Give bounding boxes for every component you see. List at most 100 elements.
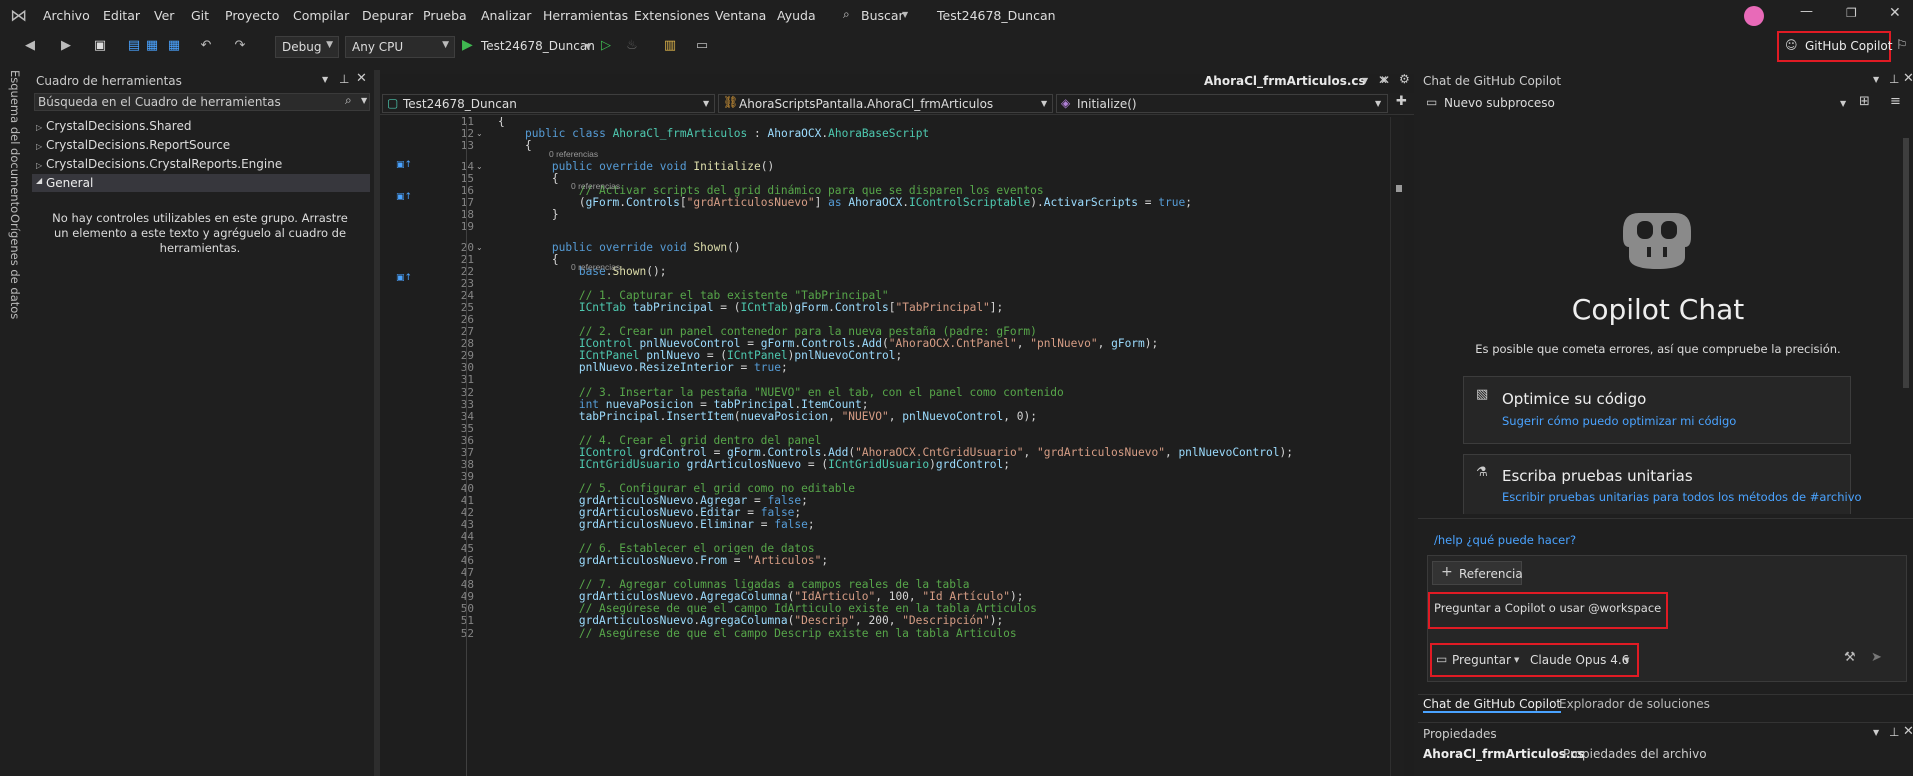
menu-analizar[interactable]: Analizar <box>481 8 531 23</box>
suggestion-card[interactable]: ⚗ Escriba pruebas unitarias Escribir pru… <box>1463 454 1862 514</box>
document-outline-tab[interactable]: Esquema del documento <box>8 70 22 213</box>
pin-icon[interactable]: ⊥ <box>1889 72 1899 86</box>
config-select[interactable]: Debug ▼ <box>275 36 339 58</box>
copilot-disclaimer: Es posible que cometa errores, así que c… <box>1475 342 1841 356</box>
minimize-icon[interactable]: — <box>1800 4 1813 19</box>
close-icon[interactable]: ✕ <box>356 71 367 86</box>
menu-compilar[interactable]: Compilar <box>293 8 349 23</box>
thread-select[interactable]: ▭ Nuevo subproceso ▼ <box>1426 94 1846 114</box>
tab-solution-explorer[interactable]: Explorador de soluciones <box>1559 697 1710 711</box>
chevron-down-icon: ▼ <box>1041 99 1048 108</box>
menu-prueba[interactable]: Prueba <box>423 8 467 23</box>
pin-icon[interactable]: ⊥ <box>1889 725 1899 739</box>
close-icon[interactable]: ✕ <box>1889 5 1901 21</box>
fold-chevron-icon[interactable]: ⌄ <box>476 129 483 138</box>
scrollbar-thumb[interactable] <box>1396 185 1402 192</box>
tree-item[interactable]: ▷ CrystalDecisions.Shared <box>36 119 191 133</box>
platform-select[interactable]: Any CPU ▼ <box>345 36 455 58</box>
hot-reload-icon[interactable]: ♨ <box>624 38 640 54</box>
open-icon[interactable]: ▤ <box>126 38 142 54</box>
save-icon[interactable]: ▦ <box>144 38 160 54</box>
menu-archivo[interactable]: Archivo <box>43 8 90 23</box>
gear-icon[interactable]: ⚙ <box>1399 72 1410 86</box>
search-menu[interactable]: Buscar <box>861 8 904 23</box>
tree-item[interactable]: ▷ CrystalDecisions.ReportSource <box>36 138 230 152</box>
line-number: 35 <box>460 421 474 435</box>
menu-herramientas[interactable]: Herramientas <box>543 8 628 23</box>
properties-title: Propiedades <box>1423 727 1497 741</box>
start-icon[interactable]: ▶ <box>462 37 473 53</box>
back-icon[interactable]: ◀ <box>22 38 38 54</box>
codelens-references[interactable]: 0 referencias <box>571 181 620 191</box>
line-number: 44 <box>460 530 474 544</box>
menu-ayuda[interactable]: Ayuda <box>777 8 816 23</box>
menu-extensiones[interactable]: Extensiones <box>634 8 710 23</box>
close-icon[interactable]: ✕ <box>1903 724 1913 739</box>
chat-input[interactable]: Preguntar a Copilot o usar @workspace <box>1428 592 1668 629</box>
code-line: grdArticulosNuevo.AgregaColumna("Descrip… <box>578 614 1004 628</box>
scrollbar-thumb[interactable] <box>1903 138 1909 388</box>
menu-icon[interactable]: ≡ <box>1890 94 1901 109</box>
implements-icon[interactable]: ▣↑ <box>396 160 412 170</box>
suggestion-link[interactable]: Sugerir cómo puedo optimizar mi código <box>1502 414 1736 428</box>
redo-icon[interactable]: ↷ <box>232 38 248 54</box>
chevron-down-icon[interactable]: ▼ <box>361 96 367 105</box>
chevron-down-icon[interactable]: ▼ <box>322 75 328 84</box>
chevron-down-icon[interactable]: ▼ <box>1362 76 1368 85</box>
pin-icon[interactable]: ⊥ <box>339 72 349 86</box>
chevron-down-icon[interactable]: ▼ <box>585 42 591 51</box>
forward-icon[interactable]: ▶ <box>58 38 74 54</box>
chevron-down-icon[interactable]: ▼ <box>1873 75 1879 84</box>
help-link[interactable]: /help ¿qué puede hacer? <box>1434 533 1576 547</box>
new-project-icon[interactable]: ▣ <box>92 38 108 54</box>
codelens-references[interactable]: 0 referencias <box>549 149 598 159</box>
avatar[interactable] <box>1744 6 1764 26</box>
suggestion-card[interactable]: ▧ Optimice su código Sugerir cómo puedo … <box>1463 376 1851 444</box>
folder-icon[interactable]: ▥ <box>662 38 678 54</box>
fold-chevron-icon[interactable]: ⌄ <box>476 243 483 252</box>
toolbox-panel: Cuadro de herramientas ▼ ⊥ ✕ Búsqueda en… <box>30 70 374 776</box>
chevron-down-icon[interactable]: ▼ <box>1873 728 1879 737</box>
split-icon[interactable]: ✚ <box>1396 94 1407 109</box>
override-icon[interactable]: ▣↑ <box>396 192 412 202</box>
tree-item[interactable]: ▷ CrystalDecisions.CrystalReports.Engine <box>36 157 282 171</box>
menu-git[interactable]: Git <box>191 8 209 23</box>
menu-ver[interactable]: Ver <box>154 8 174 23</box>
restore-icon[interactable]: ❐ <box>1846 6 1857 20</box>
suggestion-link[interactable]: Escribir pruebas unitarias para todos lo… <box>1502 490 1862 504</box>
project-combo[interactable]: ▢ Test24678_Duncan ▼ <box>382 94 715 113</box>
reference-button[interactable]: + Referencia <box>1432 561 1523 585</box>
new-thread-icon[interactable]: ⊞ <box>1859 94 1870 109</box>
toolbox-search-input[interactable]: Búsqueda en el Cuadro de herramientas ⌕ … <box>34 93 370 111</box>
save-all-icon[interactable]: ▦ <box>166 38 182 54</box>
class-combo[interactable]: ⛓ AhoraScriptsPantalla.AhoraCl_frmArticu… <box>718 94 1053 113</box>
properties-file: AhoraCl_frmArticulos.cs <box>1423 747 1585 761</box>
fold-chevron-icon[interactable]: ⌄ <box>476 162 483 171</box>
model-select[interactable]: Claude Opus 4.6 ▼ <box>1530 652 1636 670</box>
datasources-tab[interactable]: Orígenes de datos <box>8 214 22 319</box>
layout-icon[interactable]: ▭ <box>694 38 710 54</box>
close-icon[interactable]: ✕ <box>1380 73 1390 87</box>
menu-ventana[interactable]: Ventana <box>715 8 766 23</box>
tools-icon[interactable]: ⚒ <box>1844 650 1856 665</box>
mode-select[interactable]: ▭ Preguntar ▼ <box>1436 652 1522 670</box>
menu-editar[interactable]: Editar <box>103 8 140 23</box>
codelens-references[interactable]: 0 referencias <box>571 262 620 272</box>
override-icon[interactable]: ▣↑ <box>396 273 412 283</box>
github-copilot-button[interactable]: GitHub Copilot <box>1805 39 1892 53</box>
close-icon[interactable]: ✕ <box>1903 71 1913 86</box>
member-combo[interactable]: ◈ Initialize() ▼ <box>1056 94 1388 113</box>
start-without-debug-icon[interactable]: ▷ <box>598 38 614 54</box>
menu-depurar[interactable]: Depurar <box>362 8 413 23</box>
tree-item-selected[interactable]: ◢ General <box>32 174 370 192</box>
editor-scrollbar[interactable] <box>1390 117 1404 776</box>
menu-proyecto[interactable]: Proyecto <box>225 8 279 23</box>
code-area[interactable]: 10namespace AhoraScriptsPantalla11{12 pu… <box>380 117 1390 776</box>
feedback-icon[interactable]: ⚐ <box>1896 38 1908 53</box>
start-project-button[interactable]: Test24678_Duncan <box>481 39 595 53</box>
suggestion-title: Escriba pruebas unitarias <box>1502 467 1693 485</box>
tab-copilot-chat[interactable]: Chat de GitHub Copilot <box>1423 697 1562 713</box>
send-icon[interactable]: ➤ <box>1871 650 1882 665</box>
undo-icon[interactable]: ↶ <box>198 38 214 54</box>
thread-select-value: Nuevo subproceso <box>1444 96 1555 110</box>
